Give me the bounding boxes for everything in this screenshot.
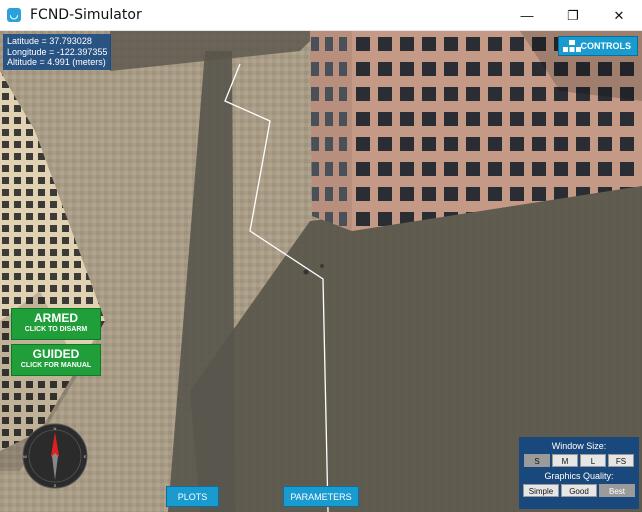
compass-north: N — [54, 426, 57, 431]
parameters-button[interactable]: PARAMETERS — [283, 486, 359, 507]
quality-simple-button[interactable]: Simple — [523, 484, 559, 497]
maximize-button[interactable]: ❐ — [550, 0, 596, 31]
plots-button[interactable]: PLOTS — [166, 486, 219, 507]
armed-label: ARMED — [34, 311, 78, 325]
close-button[interactable]: ✕ — [596, 0, 642, 31]
quality-best-button[interactable]: Best — [599, 484, 635, 497]
armed-sublabel: CLICK TO DISARM — [24, 326, 88, 333]
window-title: FCND-Simulator — [30, 7, 142, 23]
latitude-readout: Latitude = 37.793028 — [7, 36, 92, 46]
keyboard-icon — [563, 40, 581, 52]
quality-good-button[interactable]: Good — [561, 484, 597, 497]
controls-label: CONTROLS — [580, 41, 632, 51]
size-s-button[interactable]: S — [524, 454, 550, 467]
compass-west: W — [23, 454, 27, 459]
window-size-options: S M L FS — [519, 454, 639, 467]
altitude-readout: Altitude = 4.991 (meters) — [7, 57, 106, 67]
compass-widget: N S E W — [22, 423, 88, 489]
window-titlebar: ◡ FCND-Simulator — ❐ ✕ — [0, 0, 642, 31]
size-l-button[interactable]: L — [580, 454, 606, 467]
guided-sublabel: CLICK FOR MANUAL — [20, 362, 92, 369]
longitude-readout: Longitude = -122.397355 — [7, 46, 108, 57]
settings-panel: Window Size: S M L FS Graphics Quality: … — [519, 437, 639, 509]
armed-button[interactable]: ARMED CLICK TO DISARM — [11, 308, 101, 340]
guided-button[interactable]: GUIDED CLICK FOR MANUAL — [11, 344, 101, 376]
size-m-button[interactable]: M — [552, 454, 578, 467]
compass-east: E — [84, 454, 87, 459]
graphics-quality-label: Graphics Quality: — [544, 471, 614, 481]
guided-label: GUIDED — [32, 347, 80, 361]
window-controls: — ❐ ✕ — [504, 0, 642, 31]
telemetry-panel: Latitude = 37.793028 Longitude = -122.39… — [3, 34, 112, 70]
graphics-quality-options: Simple Good Best — [519, 484, 639, 497]
minimize-button[interactable]: — — [504, 0, 550, 31]
compass-south: S — [54, 483, 57, 488]
app-icon: ◡ — [7, 8, 21, 22]
size-fs-button[interactable]: FS — [608, 454, 634, 467]
controls-button[interactable]: CONTROLS — [558, 36, 638, 56]
window-size-label: Window Size: — [551, 441, 607, 451]
